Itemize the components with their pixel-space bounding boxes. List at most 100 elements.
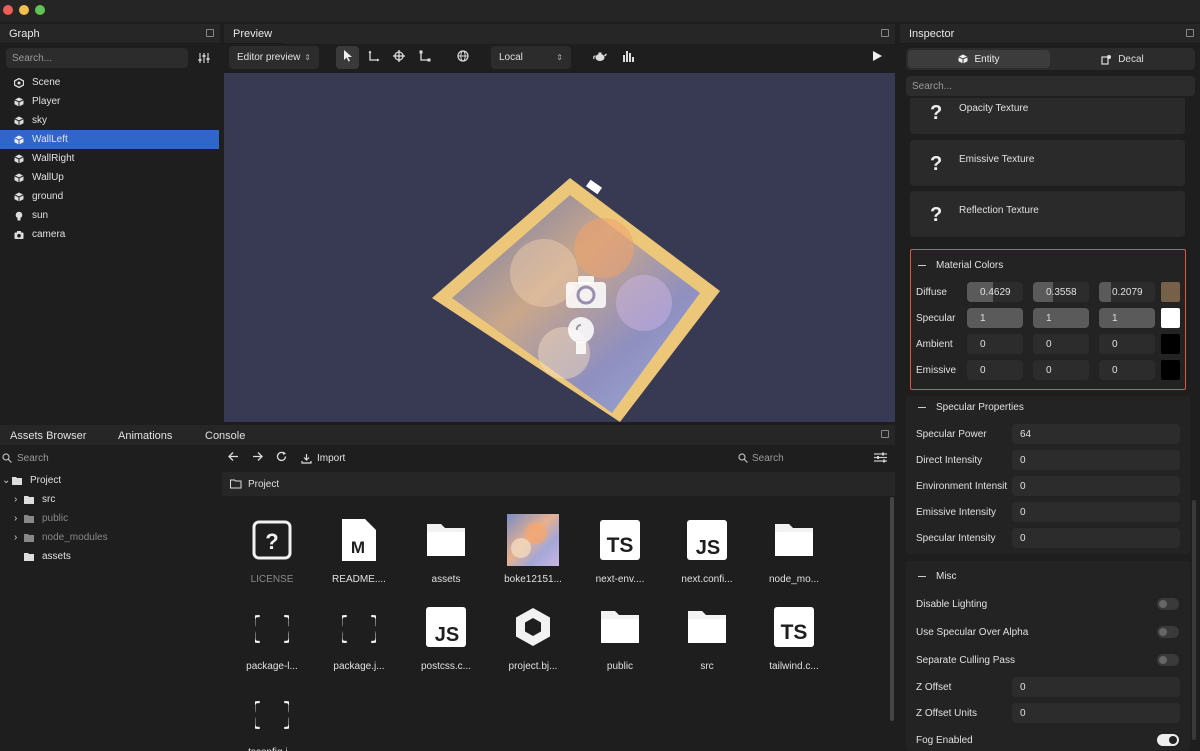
tab-console[interactable]: Console xyxy=(205,430,245,442)
ambient-g-input[interactable]: 0 xyxy=(1033,334,1089,354)
refresh-icon[interactable] xyxy=(276,451,287,465)
breadcrumb-project[interactable]: Project xyxy=(248,479,279,490)
tree-item-public[interactable]: › public xyxy=(0,509,220,528)
specular-color-swatch[interactable] xyxy=(1161,308,1180,328)
diffuse-color-swatch[interactable] xyxy=(1161,282,1180,302)
specular-intensity-input[interactable]: 0 xyxy=(1012,528,1180,548)
asset-item[interactable]: ? LICENSE xyxy=(236,514,308,585)
ambient-color-swatch[interactable] xyxy=(1161,334,1180,354)
specular-b-input[interactable]: 1 xyxy=(1099,308,1155,328)
specular-properties-header[interactable]: Specular Properties xyxy=(918,402,1024,413)
close-window-button[interactable] xyxy=(3,5,13,15)
graph-item-wallright[interactable]: WallRight xyxy=(0,149,219,168)
tab-entity[interactable]: Entity xyxy=(908,50,1050,68)
environment-intensity-input[interactable]: 0 xyxy=(1012,476,1180,496)
graph-item-sky[interactable]: sky xyxy=(0,111,219,130)
asset-item[interactable]: { } tsconfig.j... xyxy=(236,687,308,751)
tree-item-assets[interactable]: assets xyxy=(0,547,220,566)
play-button[interactable] xyxy=(865,46,888,69)
expand-icon[interactable] xyxy=(206,29,214,37)
specular-g-input[interactable]: 1 xyxy=(1033,308,1089,328)
fog-enabled-toggle[interactable] xyxy=(1157,734,1179,746)
emissive-intensity-input[interactable]: 0 xyxy=(1012,502,1180,522)
asset-item[interactable]: { } package-l... xyxy=(236,601,308,672)
expand-icon[interactable] xyxy=(881,430,889,438)
assets-search-input[interactable]: Search xyxy=(0,448,220,468)
reflection-texture-card[interactable]: ? Reflection Texture xyxy=(910,191,1185,237)
asset-item[interactable]: { } package.j... xyxy=(323,601,395,672)
graph-item-player[interactable]: Player xyxy=(0,92,219,111)
asset-item[interactable]: project.bj... xyxy=(497,601,569,672)
import-button[interactable]: Import xyxy=(301,449,345,467)
graph-item-wallleft[interactable]: WallLeft xyxy=(0,130,219,149)
rotate-tool-button[interactable] xyxy=(387,46,410,69)
ambient-b-input[interactable]: 0 xyxy=(1099,334,1155,354)
asset-item[interactable]: TS tailwind.c... xyxy=(758,601,830,672)
move-tool-button[interactable] xyxy=(362,46,385,69)
tab-assets-browser[interactable]: Assets Browser xyxy=(10,430,86,442)
select-tool-button[interactable] xyxy=(336,46,359,69)
maximize-window-button[interactable] xyxy=(35,5,45,15)
graph-item-ground[interactable]: ground xyxy=(0,187,219,206)
assets-scrollbar[interactable] xyxy=(890,497,894,721)
tree-item-node-modules[interactable]: › node_modules xyxy=(0,528,220,547)
camera-gizmo-icon[interactable] xyxy=(565,275,607,312)
world-space-button[interactable] xyxy=(451,46,474,69)
z-offset-input[interactable]: 0 xyxy=(1012,677,1180,697)
asset-item[interactable]: TS next-env.... xyxy=(584,514,656,585)
inspector-scrollbar[interactable] xyxy=(1192,500,1196,740)
expand-icon[interactable] xyxy=(881,29,889,37)
asset-item[interactable]: JS next.confi... xyxy=(671,514,743,585)
inspector-search-input[interactable]: Search... xyxy=(906,76,1195,96)
preview-mode-dropdown[interactable]: Editor preview ⇕ xyxy=(229,46,319,69)
graph-item-camera[interactable]: camera xyxy=(0,225,219,244)
forward-arrow-icon[interactable] xyxy=(252,451,263,465)
emissive-b-input[interactable]: 0 xyxy=(1099,360,1155,380)
light-gizmo-icon[interactable] xyxy=(566,316,596,361)
tab-animations[interactable]: Animations xyxy=(118,430,172,442)
tree-item-project[interactable]: ⌄ Project xyxy=(0,471,220,490)
preview-viewport[interactable] xyxy=(224,73,895,422)
material-colors-header[interactable]: Material Colors xyxy=(918,260,1003,271)
separate-culling-toggle[interactable] xyxy=(1157,654,1179,666)
graph-item-wallup[interactable]: WallUp xyxy=(0,168,219,187)
specular-over-alpha-toggle[interactable] xyxy=(1157,626,1179,638)
asset-item[interactable]: boke12151... xyxy=(497,514,569,585)
emissive-g-input[interactable]: 0 xyxy=(1033,360,1089,380)
opacity-texture-card[interactable]: ? Opacity Texture xyxy=(910,98,1185,134)
expand-icon[interactable] xyxy=(1186,29,1194,37)
asset-item[interactable]: assets xyxy=(410,514,482,585)
specular-r-input[interactable]: 1 xyxy=(967,308,1023,328)
direct-intensity-input[interactable]: 0 xyxy=(1012,450,1180,470)
diffuse-b-input[interactable]: 0.2079 xyxy=(1099,282,1155,302)
stats-button[interactable] xyxy=(616,46,639,69)
filter-sliders-icon[interactable] xyxy=(198,52,210,67)
graph-search-input[interactable]: Search... xyxy=(6,48,188,68)
z-offset-units-input[interactable]: 0 xyxy=(1012,703,1180,723)
minimize-window-button[interactable] xyxy=(19,5,29,15)
asset-item[interactable]: node_mo... xyxy=(758,514,830,585)
filter-sliders-icon[interactable] xyxy=(874,452,887,466)
space-dropdown[interactable]: Local ⇕ xyxy=(491,46,571,69)
emissive-r-input[interactable]: 0 xyxy=(967,360,1023,380)
specular-power-input[interactable]: 64 xyxy=(1012,424,1180,444)
disable-lighting-toggle[interactable] xyxy=(1157,598,1179,610)
graph-item-scene[interactable]: Scene xyxy=(0,73,219,92)
asset-item[interactable]: public xyxy=(584,601,656,672)
misc-header[interactable]: Misc xyxy=(918,571,957,582)
teapot-button[interactable] xyxy=(588,46,611,69)
tab-decal[interactable]: Decal xyxy=(1052,50,1193,68)
back-arrow-icon[interactable] xyxy=(228,451,239,465)
graph-item-sun[interactable]: sun xyxy=(0,206,219,225)
asset-item[interactable]: src xyxy=(671,601,743,672)
tree-item-src[interactable]: › src xyxy=(0,490,220,509)
ambient-r-input[interactable]: 0 xyxy=(967,334,1023,354)
assets-grid-search-input[interactable]: Search xyxy=(738,449,784,467)
asset-item[interactable]: M README.... xyxy=(323,514,395,585)
scale-tool-button[interactable] xyxy=(413,46,436,69)
diffuse-g-input[interactable]: 0.3558 xyxy=(1033,282,1089,302)
asset-item[interactable]: JS postcss.c... xyxy=(410,601,482,672)
diffuse-r-input[interactable]: 0.4629 xyxy=(967,282,1023,302)
emissive-color-swatch[interactable] xyxy=(1161,360,1180,380)
emissive-texture-card[interactable]: ? Emissive Texture xyxy=(910,140,1185,186)
